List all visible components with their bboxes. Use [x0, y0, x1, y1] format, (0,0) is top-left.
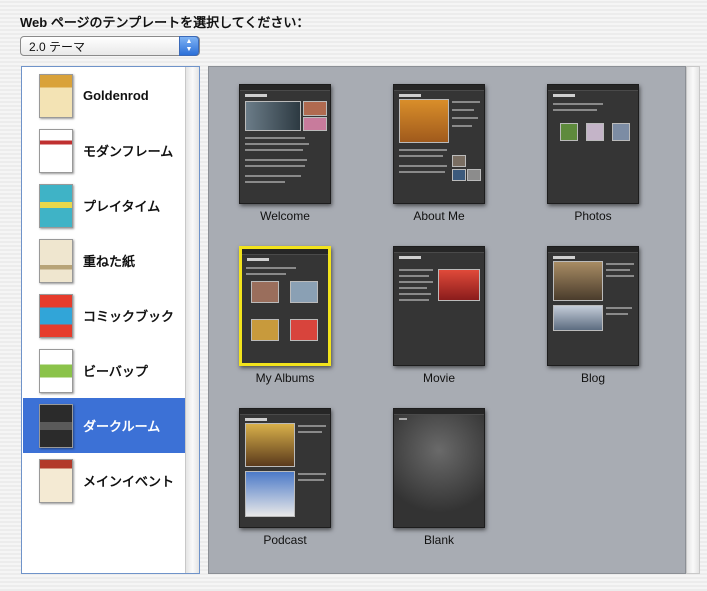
template-label: Blog [580, 371, 606, 385]
goldenrod-thumbnail [39, 73, 73, 118]
template-label: Welcome [260, 209, 310, 223]
theme-item-playtime[interactable]: プレイタイム [23, 178, 185, 233]
theme-item-comic-book[interactable]: コミックブック [23, 288, 185, 343]
about-me-preview [393, 84, 485, 204]
template-label: My Albums [255, 371, 315, 385]
welcome-preview [239, 84, 331, 204]
theme-label: モダンフレーム [83, 144, 174, 159]
theme-label: 重ねた紙 [83, 254, 136, 269]
template-podcast[interactable]: Podcast [239, 408, 331, 547]
bebop-thumbnail [39, 348, 73, 393]
layered-paper-thumbnail [39, 238, 73, 283]
theme-version-select[interactable]: 2.0 テーマ ▲ ▼ [20, 36, 200, 56]
template-label: Photos [574, 209, 612, 223]
theme-label: Goldenrod [83, 88, 149, 103]
template-photos[interactable]: Photos [547, 84, 639, 223]
template-about-me[interactable]: About Me [393, 84, 485, 223]
theme-label: プレイタイム [83, 199, 161, 214]
modern-frame-thumbnail [39, 128, 73, 173]
template-gallery: Welcome About Me Photos My Albums Movie … [208, 66, 686, 574]
template-blog[interactable]: Blog [547, 246, 639, 385]
template-my-albums[interactable]: My Albums [239, 246, 331, 385]
my-albums-preview [239, 246, 331, 366]
blog-preview [547, 246, 639, 366]
theme-list[interactable]: Goldenrod モダンフレーム プレイタイム 重ねた紙 コミックブック ビー… [21, 66, 200, 574]
template-label: Movie [422, 371, 455, 385]
select-arrows-icon: ▲ ▼ [179, 36, 199, 56]
template-welcome[interactable]: Welcome [239, 84, 331, 223]
template-label: About Me [413, 209, 465, 223]
podcast-preview [239, 408, 331, 528]
theme-version-value: 2.0 テーマ [29, 39, 86, 54]
template-prompt: Web ページのテンプレートを選択してください： [20, 15, 310, 30]
blank-preview [393, 408, 485, 528]
theme-label: コミックブック [83, 309, 175, 324]
template-movie[interactable]: Movie [393, 246, 485, 385]
playtime-thumbnail [39, 183, 73, 228]
theme-label: メインイベント [83, 474, 175, 489]
movie-preview [393, 246, 485, 366]
theme-item-bebop[interactable]: ビーバップ [23, 343, 185, 398]
theme-label: ビーバップ [83, 364, 148, 379]
darkroom-thumbnail [39, 403, 73, 448]
photos-preview [547, 84, 639, 204]
main-event-thumbnail [39, 458, 73, 503]
template-label: Blank [423, 533, 455, 547]
theme-item-darkroom[interactable]: ダークルーム [23, 398, 185, 453]
theme-item-layered-paper[interactable]: 重ねた紙 [23, 233, 185, 288]
template-blank[interactable]: Blank [393, 408, 485, 547]
gallery-scrollbar[interactable] [686, 66, 700, 574]
comic-book-thumbnail [39, 293, 73, 338]
theme-item-goldenrod[interactable]: Goldenrod [23, 68, 185, 123]
theme-list-scrollbar[interactable] [185, 67, 199, 573]
theme-label: ダークルーム [83, 419, 161, 434]
theme-item-main-event[interactable]: メインイベント [23, 453, 185, 508]
template-label: Podcast [263, 533, 307, 547]
theme-item-modern-frame[interactable]: モダンフレーム [23, 123, 185, 178]
